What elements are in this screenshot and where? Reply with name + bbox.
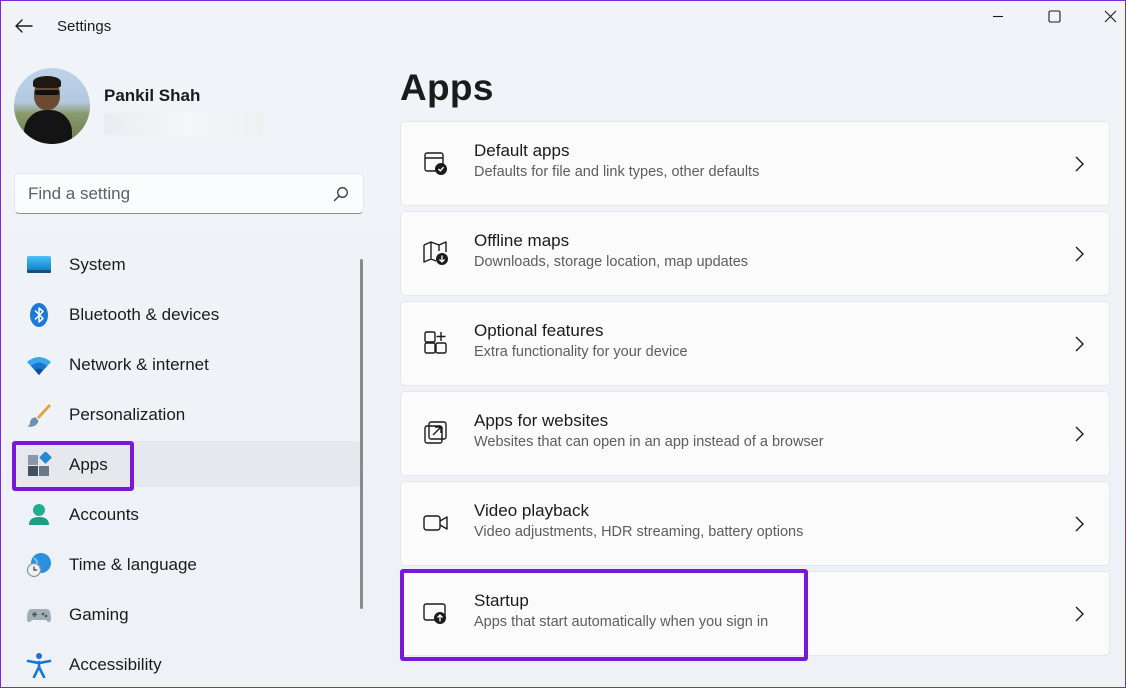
chevron-right-icon bbox=[1075, 516, 1084, 532]
sidebar-item-label: Accessibility bbox=[69, 655, 162, 674]
card-subtitle: Websites that can open in an app instead… bbox=[474, 434, 824, 450]
chevron-right-icon bbox=[1075, 426, 1084, 442]
bluetooth-icon bbox=[30, 303, 48, 327]
minimize-icon bbox=[993, 15, 1003, 18]
brush-icon bbox=[27, 404, 51, 427]
globe-clock-icon bbox=[26, 553, 51, 578]
sidebar-item-label: Gaming bbox=[69, 605, 129, 624]
card-title: Apps for websites bbox=[474, 411, 609, 430]
close-icon bbox=[1104, 10, 1116, 22]
card-subtitle: Defaults for file and link types, other … bbox=[474, 164, 760, 180]
card-title: Default apps bbox=[474, 141, 570, 160]
apps-highlight-box bbox=[12, 441, 134, 491]
startup-highlight-box bbox=[400, 569, 808, 661]
person-icon bbox=[29, 504, 49, 525]
profile-name: Pankil Shah bbox=[104, 86, 201, 105]
search-icon[interactable] bbox=[333, 186, 349, 202]
card-title: Offline maps bbox=[474, 231, 570, 250]
card-title: Optional features bbox=[474, 321, 604, 340]
card-title: Video playback bbox=[474, 501, 589, 520]
sidebar-item-gaming[interactable]: Gaming bbox=[14, 591, 362, 637]
accessibility-icon bbox=[26, 653, 52, 678]
sidebar-item-accessibility[interactable]: Accessibility bbox=[14, 641, 362, 687]
wifi-icon bbox=[27, 357, 51, 375]
back-button[interactable] bbox=[11, 13, 37, 39]
sidebar-item-label: Network & internet bbox=[69, 355, 209, 374]
offline-maps-card[interactable]: Offline maps Downloads, storage location… bbox=[400, 211, 1110, 296]
card-subtitle: Extra functionality for your device bbox=[474, 344, 688, 360]
sidebar-item-label: Accounts bbox=[69, 505, 139, 524]
sidebar-item-system[interactable]: System bbox=[14, 241, 362, 287]
app-title: Settings bbox=[57, 18, 112, 35]
default-apps-card[interactable]: Default apps Defaults for file and link … bbox=[400, 121, 1110, 206]
sidebar-item-label: Bluetooth & devices bbox=[69, 305, 220, 324]
card-subtitle: Downloads, storage location, map updates bbox=[474, 254, 749, 270]
chevron-right-icon bbox=[1075, 246, 1084, 262]
map-download-icon bbox=[423, 241, 448, 265]
video-playback-card[interactable]: Video playback Video adjustments, HDR st… bbox=[400, 481, 1110, 566]
monitor-icon bbox=[27, 256, 51, 273]
gamepad-icon bbox=[27, 609, 51, 623]
apps-for-websites-card[interactable]: Apps for websites Websites that can open… bbox=[400, 391, 1110, 476]
avatar[interactable] bbox=[14, 68, 90, 144]
chevron-right-icon bbox=[1075, 156, 1084, 172]
sidebar-item-label: Personalization bbox=[69, 405, 186, 424]
open-in-app-icon bbox=[424, 421, 447, 444]
sidebar-item-network[interactable]: Network & internet bbox=[14, 341, 362, 387]
close-button[interactable] bbox=[1087, 5, 1125, 27]
back-arrow-icon bbox=[15, 19, 33, 33]
sidebar-item-label: System bbox=[69, 255, 126, 274]
chevron-right-icon bbox=[1075, 336, 1084, 352]
sidebar-item-accounts[interactable]: Accounts bbox=[14, 491, 362, 537]
default-apps-icon bbox=[424, 152, 447, 175]
page-title: Apps bbox=[400, 67, 494, 108]
card-subtitle: Video adjustments, HDR streaming, batter… bbox=[474, 524, 804, 540]
settings-window: Settings Pankil Shah Find a setting Syst… bbox=[0, 0, 1126, 688]
title-bar: Settings bbox=[1, 1, 1125, 53]
add-feature-icon bbox=[424, 331, 447, 354]
sidebar-scrollbar[interactable] bbox=[360, 259, 363, 609]
chevron-right-icon bbox=[1075, 606, 1084, 622]
search-box bbox=[14, 173, 364, 214]
profile-email-redacted bbox=[104, 113, 264, 135]
search-input[interactable] bbox=[15, 174, 325, 213]
maximize-icon bbox=[1047, 9, 1061, 23]
sidebar-item-time-language[interactable]: Time & language bbox=[14, 541, 362, 587]
sidebar-item-personalization[interactable]: Personalization bbox=[14, 391, 362, 437]
maximize-button[interactable] bbox=[1031, 5, 1077, 27]
sidebar-item-bluetooth[interactable]: Bluetooth & devices bbox=[14, 291, 362, 337]
minimize-button[interactable] bbox=[975, 5, 1021, 27]
video-camera-icon bbox=[423, 515, 448, 531]
optional-features-card[interactable]: Optional features Extra functionality fo… bbox=[400, 301, 1110, 386]
sidebar-item-label: Time & language bbox=[69, 555, 197, 574]
